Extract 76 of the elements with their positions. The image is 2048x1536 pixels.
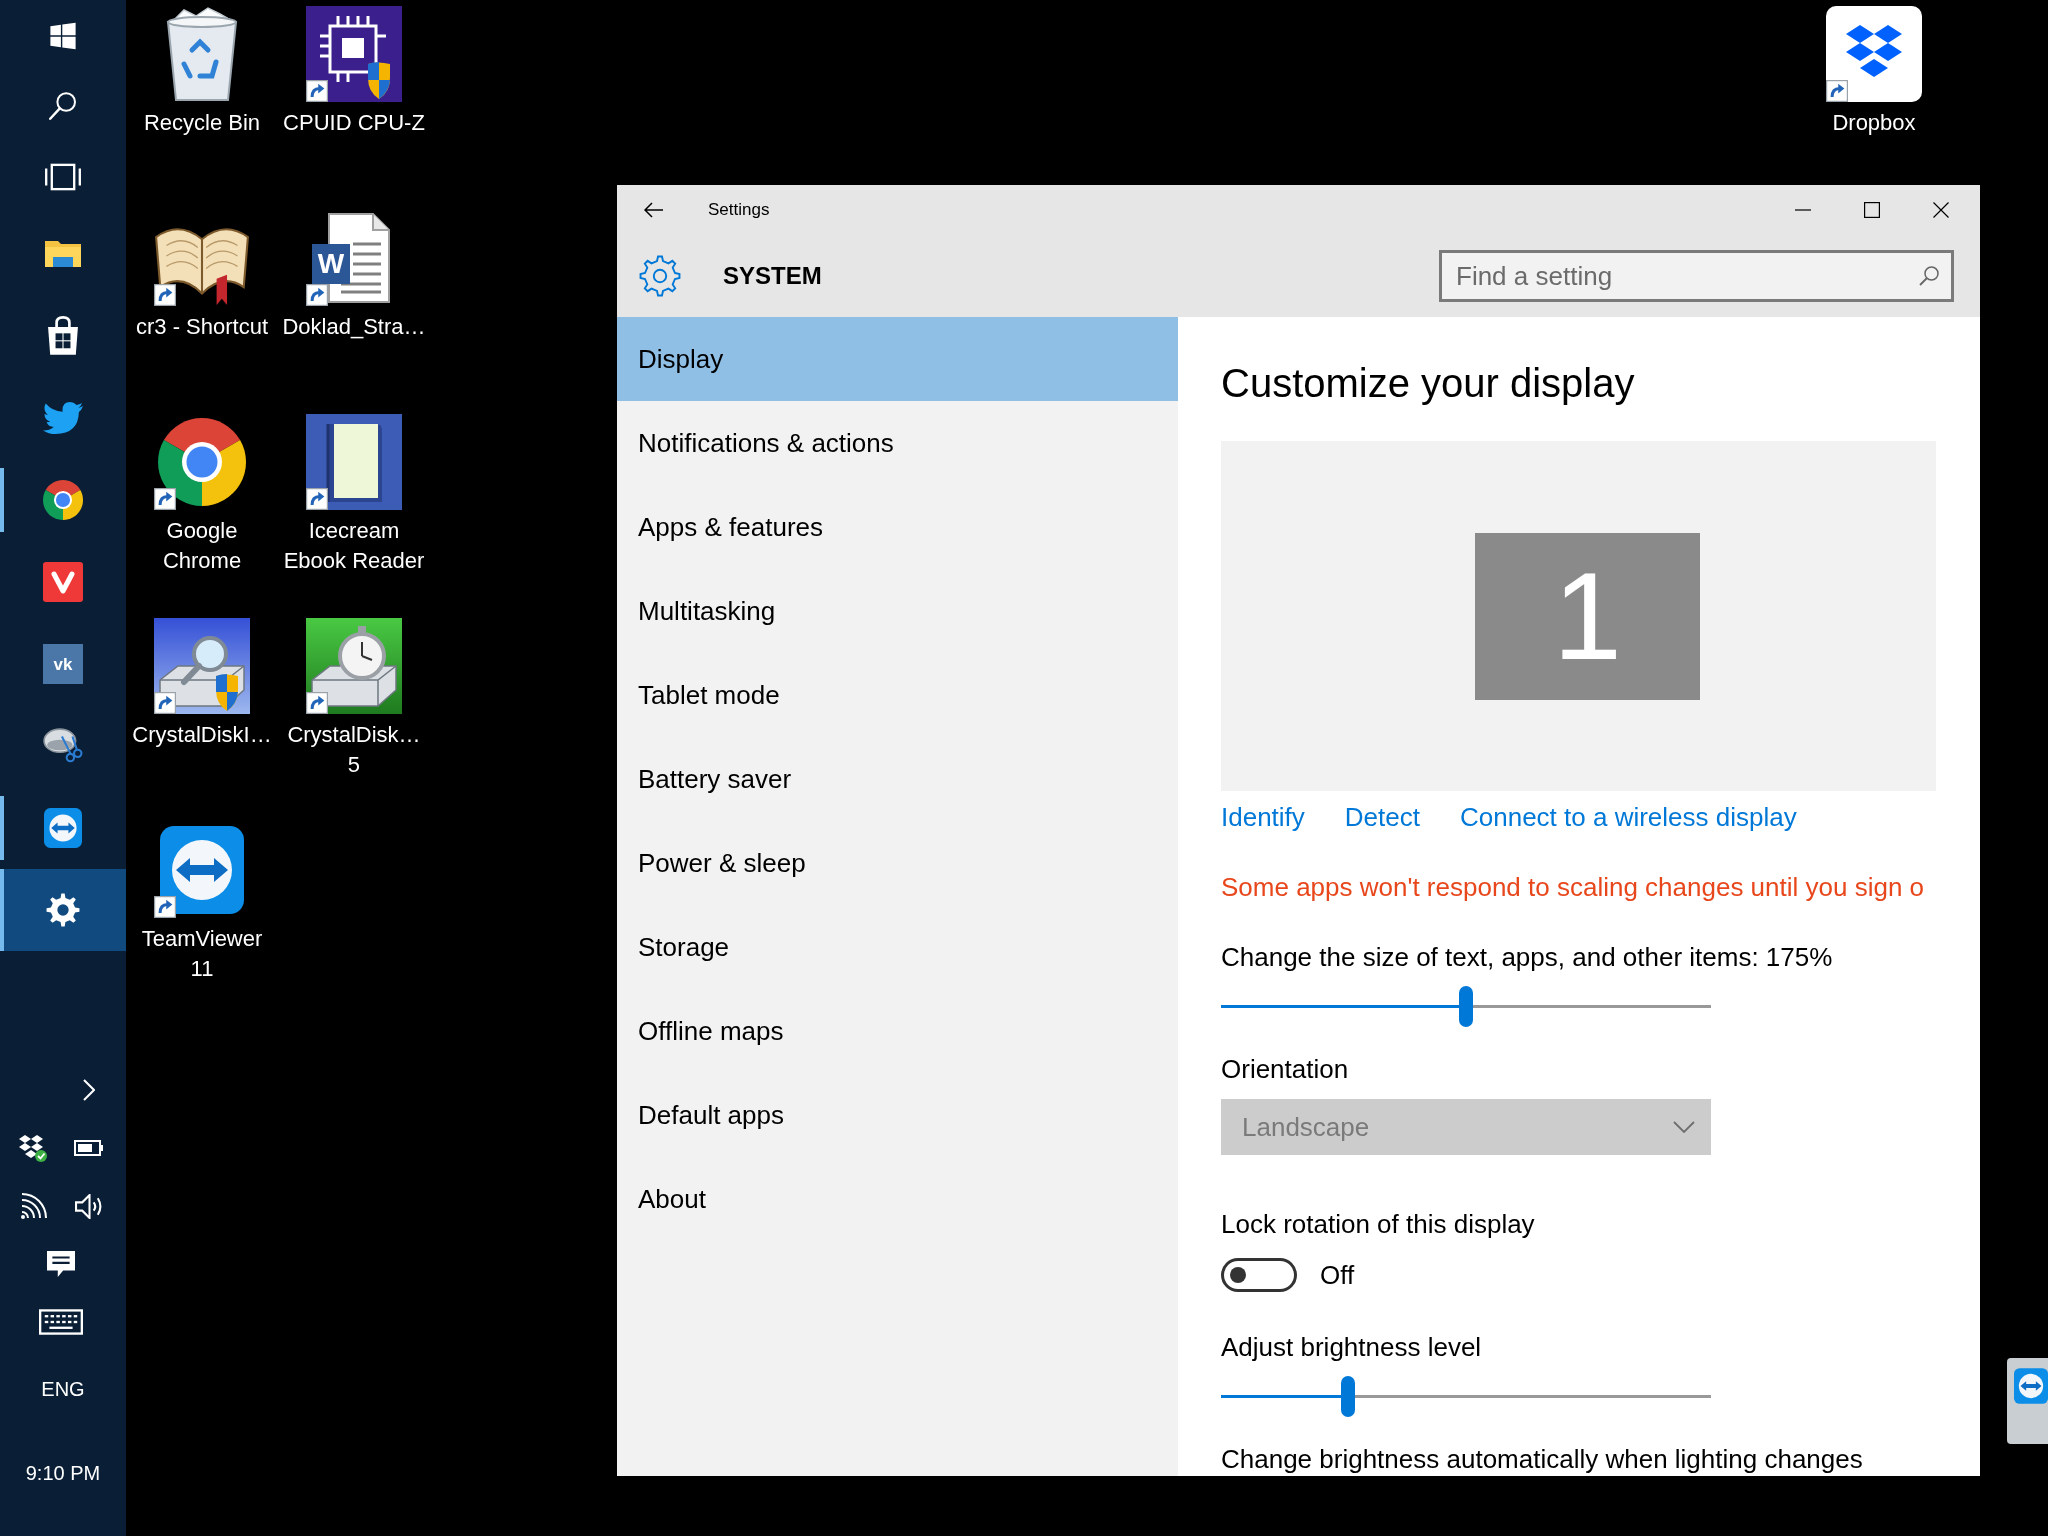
close-icon[interactable]	[1932, 202, 1949, 218]
section-heading: Customize your display	[1221, 360, 1636, 407]
tricolor-circle-icon[interactable]	[158, 418, 246, 506]
start-icon[interactable]	[49, 22, 77, 50]
icon-label[interactable]: cr3 - Shortcut	[135, 312, 268, 342]
icon-label[interactable]: CPUID CPU-Z	[283, 108, 425, 138]
battery-icon[interactable]	[74, 1140, 104, 1156]
icon-label[interactable]: Doklad_Stra…	[282, 312, 426, 342]
task-view-icon[interactable]	[44, 162, 82, 191]
back-icon[interactable]	[644, 202, 664, 218]
text-link[interactable]: Identify	[1221, 802, 1305, 832]
gear-icon	[639, 255, 681, 297]
nav-item[interactable]: Apps & features	[617, 485, 1178, 569]
message-icon[interactable]	[47, 1251, 75, 1277]
folder-icon	[43, 239, 83, 269]
chevron-tile-icon	[43, 562, 83, 602]
icon-label[interactable]: Icecream Ebook Reader	[283, 516, 425, 576]
text-link[interactable]: Connect to a wireless display	[1460, 802, 1797, 832]
scissors-icon	[43, 728, 83, 764]
boxes-icon[interactable]	[1826, 6, 1922, 102]
minimize-icon[interactable]	[1794, 209, 1811, 211]
page-title: SYSTEM	[723, 261, 822, 291]
letter-badge: W	[312, 244, 350, 284]
nav-item[interactable]: About	[617, 1157, 1178, 1241]
nav-item[interactable]: Offline maps	[617, 989, 1178, 1073]
recycle-bin-icon[interactable]	[166, 6, 238, 102]
setting-label: Orientation	[1221, 1054, 1350, 1084]
tricolor-circle-icon	[43, 480, 83, 520]
icon-label[interactable]: Recycle Bin	[143, 108, 261, 138]
bird-icon	[43, 401, 83, 435]
clock[interactable]: 9:10 PM	[25, 1459, 101, 1487]
disk-stopwatch-icon[interactable]	[306, 618, 402, 714]
letter-tile: vk	[43, 644, 83, 684]
setting-label: Change the size of text, apps, and other items: 175%	[1221, 942, 1834, 972]
nav-item[interactable]: Storage	[617, 905, 1178, 989]
nav-item[interactable]: Display	[617, 317, 1178, 401]
nav-item[interactable]: Notifications & actions	[617, 401, 1178, 485]
nav-item[interactable]: Default apps	[617, 1073, 1178, 1157]
settings-icon	[46, 893, 80, 927]
warning-text: Some apps won't respond to scaling changes until you sign o	[1221, 872, 1926, 902]
taskbar-button[interactable]	[0, 869, 126, 951]
icon-label[interactable]: CrystalDiskI…	[132, 720, 272, 750]
chevron-down-icon	[1673, 1121, 1695, 1133]
slider-thumb[interactable]	[1341, 1376, 1356, 1417]
slider[interactable]	[1221, 1376, 1711, 1417]
nav-item[interactable]: Multitasking	[617, 569, 1178, 653]
volume-icon[interactable]	[75, 1193, 103, 1219]
toggle-switch[interactable]	[1221, 1258, 1297, 1292]
icon-label[interactable]: TeamViewer 11	[141, 924, 263, 984]
nav-item[interactable]: Battery saver	[617, 737, 1178, 821]
icon-label[interactable]: CrystalDisk… 5	[287, 720, 421, 780]
keyboard-icon[interactable]	[39, 1309, 83, 1335]
boxes-check-icon[interactable]	[19, 1134, 47, 1162]
maximize-icon[interactable]	[1863, 202, 1880, 218]
toggle-state-text: Off	[1320, 1260, 1355, 1290]
icon-label[interactable]: Google Chrome	[162, 516, 242, 576]
window-title: Settings	[708, 199, 770, 222]
nav-item[interactable]: Tablet mode	[617, 653, 1178, 737]
icon-label[interactable]: Dropbox	[1832, 108, 1916, 138]
taskbar-button[interactable]: vk	[0, 623, 126, 705]
setting-label: Adjust brightness level	[1221, 1332, 1483, 1362]
shopping-bag-icon	[47, 316, 79, 356]
setting-label: Lock rotation of this display	[1221, 1209, 1536, 1239]
search-field[interactable]: Find a setting	[1439, 250, 1954, 302]
book-cover-icon[interactable]	[306, 414, 402, 510]
text-link[interactable]: Detect	[1344, 802, 1420, 832]
slider-thumb[interactable]	[1459, 986, 1473, 1027]
setting-label: Change brightness automatically when lighting changes	[1221, 1444, 1864, 1474]
nav-item[interactable]: Power & sleep	[617, 821, 1178, 905]
slider[interactable]	[1221, 986, 1711, 1027]
wifi-icon[interactable]	[19, 1192, 47, 1220]
search-icon[interactable]	[47, 90, 79, 122]
chip-shield-icon[interactable]	[306, 6, 402, 102]
chevron-right-icon[interactable]	[83, 1079, 95, 1101]
disk-magnifier-icon[interactable]	[154, 618, 250, 714]
language-indicator[interactable]: ENG	[41, 1375, 85, 1403]
